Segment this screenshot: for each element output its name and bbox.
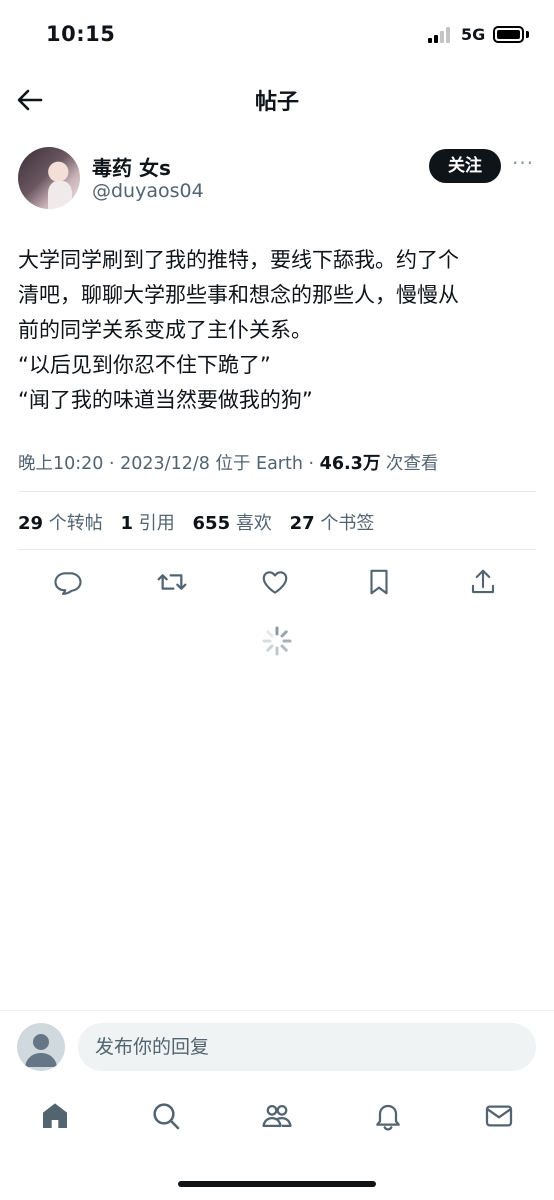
loading-spinner-icon bbox=[262, 626, 292, 656]
signal-icon bbox=[428, 27, 454, 43]
reply-button[interactable] bbox=[48, 562, 88, 602]
retweet-button[interactable] bbox=[152, 562, 192, 602]
bottom-tab-bar bbox=[0, 1090, 554, 1146]
tweet-line: “闻了我的味道当然要做我的狗” bbox=[18, 388, 313, 412]
home-indicator bbox=[178, 1181, 376, 1187]
home-icon bbox=[43, 1103, 67, 1128]
bookmark-button[interactable] bbox=[359, 562, 399, 602]
heart-icon bbox=[262, 571, 288, 594]
tab-notifications[interactable] bbox=[370, 1098, 406, 1134]
user-handle[interactable]: @duyaos04 bbox=[92, 180, 204, 202]
quote-stat[interactable]: 1 引用 bbox=[121, 513, 175, 534]
communities-icon bbox=[262, 1104, 292, 1128]
tweet-stats: 29 个转帖 1 引用 655 喜欢 27 个书签 bbox=[18, 509, 386, 535]
divider bbox=[18, 491, 536, 492]
tweet-date: 2023/12/8 bbox=[120, 454, 210, 474]
share-icon bbox=[471, 569, 495, 594]
tab-communities[interactable] bbox=[259, 1098, 295, 1134]
bell-icon bbox=[376, 1104, 400, 1131]
avatar[interactable] bbox=[18, 147, 80, 209]
tweet-text: 大学同学刷到了我的推特，要线下舔我。约了个 清吧，聊聊大学那些事和想念的那些人，… bbox=[18, 243, 538, 418]
reply-input[interactable]: 发布你的回复 bbox=[78, 1023, 536, 1071]
tweet-author: 毒药 女s @duyaos04 关注 ··· bbox=[0, 144, 554, 214]
tweet-location: 位于 Earth bbox=[215, 454, 303, 474]
tab-home[interactable] bbox=[37, 1098, 73, 1134]
tab-messages[interactable] bbox=[481, 1098, 517, 1134]
avatar[interactable] bbox=[17, 1023, 65, 1071]
network-label: 5G bbox=[461, 25, 486, 44]
battery-cap bbox=[526, 31, 529, 38]
battery-icon bbox=[493, 26, 524, 43]
status-time: 10:15 bbox=[46, 22, 116, 46]
search-icon bbox=[153, 1103, 180, 1130]
bookmark-icon bbox=[370, 569, 388, 595]
tweet-line: “以后见到你忍不住下跪了” bbox=[18, 353, 271, 377]
more-options-button[interactable]: ··· bbox=[512, 153, 538, 175]
bookmark-stat[interactable]: 27 个书签 bbox=[290, 513, 375, 534]
reply-icon bbox=[54, 572, 82, 595]
tweet-meta: 晚上10:20 · 2023/12/8 位于 Earth · 46.3万 次查看 bbox=[18, 454, 439, 474]
status-bar: 10:15 5G bbox=[0, 0, 554, 70]
tweet-line: 大学同学刷到了我的推特，要线下舔我。约了个 bbox=[18, 248, 459, 272]
retweet-stat[interactable]: 29 个转帖 bbox=[18, 513, 103, 534]
top-nav: 帖子 bbox=[0, 70, 554, 128]
tweet-line: 清吧，聊聊大学那些事和想念的那些人，慢慢从 bbox=[18, 283, 459, 307]
view-label: 次查看 bbox=[385, 454, 439, 474]
page-title: 帖子 bbox=[254, 90, 299, 115]
like-button[interactable] bbox=[255, 562, 295, 602]
default-avatar-icon bbox=[25, 1034, 57, 1067]
tweet-actions bbox=[0, 562, 554, 602]
view-count: 46.3万 bbox=[319, 454, 381, 474]
follow-button[interactable]: 关注 bbox=[429, 149, 501, 183]
retweet-icon bbox=[157, 574, 187, 590]
mail-icon bbox=[485, 1105, 513, 1127]
tab-search[interactable] bbox=[148, 1098, 184, 1134]
tweet-time: 晚上10:20 bbox=[18, 454, 104, 474]
reply-bar: 发布你的回复 bbox=[0, 1010, 554, 1082]
like-stat[interactable]: 655 喜欢 bbox=[193, 513, 272, 534]
divider bbox=[18, 549, 536, 550]
tweet-line: 前的同学关系变成了主仆关系。 bbox=[18, 318, 312, 342]
share-button[interactable] bbox=[463, 562, 503, 602]
display-name[interactable]: 毒药 女s bbox=[92, 152, 171, 181]
